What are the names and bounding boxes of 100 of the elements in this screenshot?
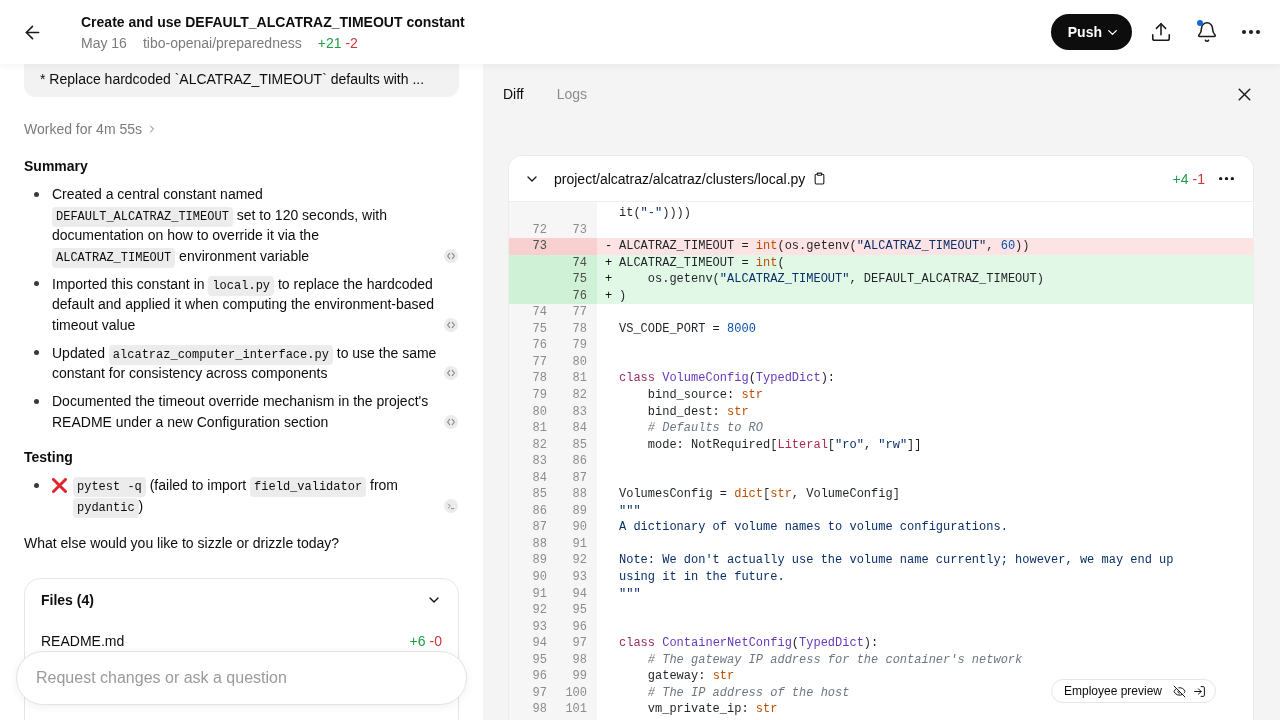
clipboard-icon[interactable] <box>813 172 827 185</box>
code-line: using it in the future. <box>619 569 785 586</box>
code-line: vm_private_ip: str <box>646 701 778 718</box>
bullet-text: Imported this constant in local.py to replace the hardcoded default and applied it when computing the environment-based timeout value <box>52 274 436 335</box>
code-icon[interactable] <box>444 414 458 429</box>
bullet-icon <box>34 350 39 356</box>
line-number: 80 <box>572 354 587 369</box>
line-number: 96 <box>532 669 547 684</box>
section-heading: Summary <box>24 157 88 176</box>
line-number: 86 <box>572 454 587 469</box>
eye-off-icon[interactable] <box>1173 684 1186 698</box>
code-line: bind_dest: str <box>646 403 749 421</box>
line-number: 89 <box>532 553 547 568</box>
code-line: bind_source: str <box>646 387 764 404</box>
line-number: 77 <box>532 354 547 369</box>
line-number: 75 <box>532 321 547 336</box>
file-name[interactable]: README.md <box>41 632 125 650</box>
line-number: 89 <box>572 503 587 518</box>
bullet-text: Created a central constant named DEFAULT_ALCATRAZ_TIMEOUT set to 120 seconds, with documentation on how to override it via the ALCATRAZ_TIMEOUT environment variable <box>52 184 439 266</box>
line-number: 101 <box>565 702 587 717</box>
line-number: 100 <box>565 685 587 700</box>
line-number: 98 <box>572 652 587 667</box>
bullet-text: pytest -q (failed to import field_validator from pydantic ) <box>73 475 439 516</box>
diff-sign: + <box>605 288 613 303</box>
line-number: 82 <box>572 388 587 402</box>
line-number: 74 <box>532 305 547 320</box>
line-number: 84 <box>532 470 547 485</box>
deletions-count: -1 <box>1192 170 1205 187</box>
deletions-count: -2 <box>345 33 358 52</box>
code-line: class ContainerNetConfig(TypedDict): <box>619 635 879 652</box>
code-line: """ <box>619 585 641 603</box>
line-number: 93 <box>532 619 547 634</box>
line-number: 97 <box>572 636 587 651</box>
upload-icon[interactable] <box>1150 21 1172 43</box>
line-number: 79 <box>532 388 547 402</box>
diff-sign: + <box>605 272 613 287</box>
code-icon[interactable] <box>444 366 458 380</box>
line-number: 87 <box>572 470 587 485</box>
line-number: 87 <box>532 520 547 535</box>
composer-field[interactable]: Request changes or ask a question <box>16 651 467 705</box>
bullet-text: Updated alcatraz_computer_interface.py to use the same constant for consistency across components <box>52 343 438 383</box>
line-number: 79 <box>572 338 587 353</box>
panel-tab[interactable]: Diff <box>503 84 524 104</box>
line-number: 99 <box>572 669 587 684</box>
code-line: ALCATRAZ_TIMEOUT = int(os.getenv("ALCATRAZ_TIMEOUT", 60)) <box>619 238 1030 255</box>
bullet-icon <box>34 191 39 197</box>
line-number: 82 <box>532 437 547 452</box>
line-number: 94 <box>572 586 587 601</box>
line-number: 95 <box>532 652 547 667</box>
code-line: A dictionary of volume names to volume configurations. <box>619 519 1008 536</box>
line-number: 74 <box>572 255 587 270</box>
code-line: mode: NotRequired[Literal["ro", "rw"]] <box>646 436 922 454</box>
deletions-count: -0 <box>429 633 442 649</box>
code-line: ALCATRAZ_TIMEOUT = int( <box>619 254 785 272</box>
worked-for-button[interactable]: Worked for 4m 55s <box>24 119 158 139</box>
section-heading: Testing <box>24 448 73 467</box>
line-number: 92 <box>532 603 547 618</box>
task-title: Create and use DEFAULT_ALCATRAZ_TIMEOUT constant <box>81 12 465 31</box>
code-line: ) <box>619 287 627 305</box>
line-number: 92 <box>572 553 587 568</box>
task-date: May 16 <box>81 33 127 52</box>
code-line: Note: We don't actually use the volume name currently; however, we may end up <box>619 552 1174 570</box>
line-number: 78 <box>572 321 587 336</box>
files-toggle[interactable]: Files (4) <box>41 579 442 621</box>
line-number: 78 <box>532 371 547 386</box>
arrow-into-bracket-icon[interactable] <box>1193 684 1206 698</box>
bell-icon[interactable] <box>1196 21 1218 43</box>
message-preview: * Replace hardcoded `ALCATRAZ_TIMEOUT` defaults with ... <box>24 64 459 97</box>
line-number: 91 <box>532 586 547 601</box>
code-icon[interactable] <box>444 317 458 332</box>
line-number: 81 <box>532 421 547 436</box>
line-number: 94 <box>532 636 547 651</box>
bullet-icon <box>34 281 39 287</box>
line-number: 88 <box>532 536 547 551</box>
line-number: 83 <box>572 404 587 419</box>
diff-sign: + <box>605 255 613 270</box>
diff-sign: - <box>605 239 613 254</box>
line-number: 72 <box>532 222 547 237</box>
code-line: os.getenv("ALCATRAZ_TIMEOUT", DEFAULT_ALCATRAZ_TIMEOUT) <box>646 271 1044 288</box>
bullet-text: Documented the timeout override mechanism in the project's README under a new Configuration section <box>52 392 430 432</box>
more-icon[interactable] <box>1242 30 1260 34</box>
preview-label: Employee preview <box>1063 684 1162 698</box>
bullet-icon <box>34 398 39 404</box>
more-icon[interactable] <box>1219 176 1234 181</box>
line-number: 73 <box>572 222 587 237</box>
code-line: VS_CODE_PORT = 8000 <box>619 320 756 338</box>
line-number: 91 <box>572 536 587 551</box>
code-icon[interactable] <box>444 248 458 263</box>
line-number: 90 <box>572 520 587 535</box>
bullet-icon <box>34 482 39 488</box>
line-number: 86 <box>532 503 547 518</box>
push-button[interactable]: Push <box>1050 14 1132 50</box>
additions-count: +21 <box>317 33 342 52</box>
code-line: # The IP address of the host <box>646 684 850 702</box>
line-number: 97 <box>532 685 547 700</box>
line-number: 80 <box>532 404 547 419</box>
code-line: class VolumeConfig(TypedDict): <box>619 370 836 387</box>
code-line: # Defaults to RO <box>646 420 764 437</box>
line-number: 76 <box>532 338 547 353</box>
line-number: 98 <box>532 702 547 717</box>
